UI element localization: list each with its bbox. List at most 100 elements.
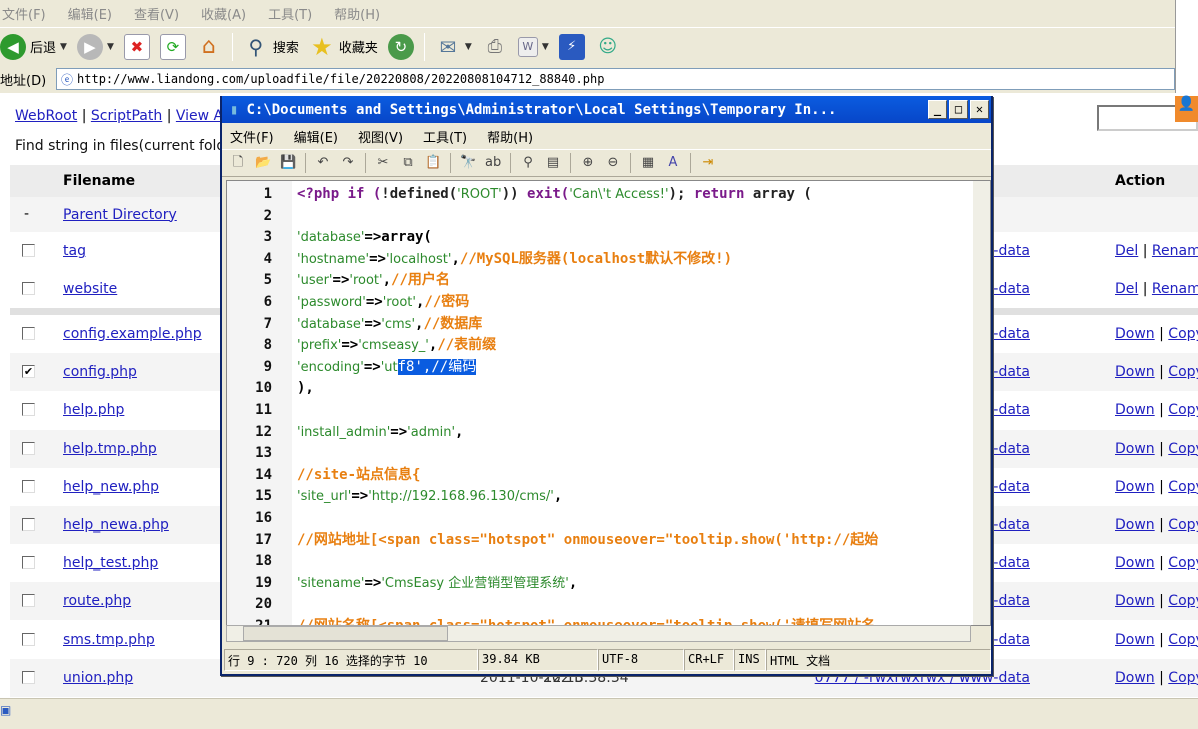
browser-menu-item[interactable]: 收藏(A)	[201, 4, 246, 23]
copy-link[interactable]: Copy	[1168, 441, 1198, 457]
editor-menu-item[interactable]: 编辑(E)	[294, 127, 338, 146]
rename-link[interactable]: Renam	[1152, 243, 1198, 259]
goto-icon[interactable]: ⚲	[520, 155, 536, 171]
download-link[interactable]: Down	[1115, 555, 1155, 571]
rename-link[interactable]: Renam	[1152, 281, 1198, 297]
download-link[interactable]: Down	[1115, 517, 1155, 533]
url-input[interactable]: ⓔ http://www.liandong.com/uploadfile/file…	[56, 68, 1175, 90]
file-name-link[interactable]: config.example.php	[63, 326, 202, 342]
zoom-in-icon[interactable]: ⊕	[580, 155, 596, 171]
download-link[interactable]: Down	[1115, 326, 1155, 342]
download-link[interactable]: Down	[1115, 441, 1155, 457]
download-link[interactable]: Down	[1115, 402, 1155, 418]
download-link[interactable]: Down	[1115, 632, 1155, 648]
select-checkbox[interactable]	[22, 403, 35, 417]
back-button[interactable]: ◀ 后退 ▼	[0, 33, 67, 60]
file-name-link[interactable]: help_test.php	[63, 555, 158, 571]
browser-menu-item[interactable]: 帮助(H)	[334, 4, 380, 23]
select-checkbox[interactable]	[22, 327, 35, 340]
copy-link[interactable]: Copy	[1168, 593, 1198, 609]
history-icon[interactable]: ↻	[387, 33, 414, 60]
discuss-icon[interactable]: ⚡	[558, 33, 585, 60]
browser-menu-item[interactable]: 工具(T)	[268, 4, 312, 23]
select-checkbox[interactable]	[22, 594, 35, 608]
editor-menu-item[interactable]: 视图(V)	[358, 127, 403, 146]
redo-icon[interactable]: ↷	[340, 155, 356, 171]
options-icon[interactable]: ▦	[640, 155, 656, 171]
save-icon[interactable]: 💾	[280, 155, 296, 171]
stop-icon[interactable]: ✖	[123, 33, 150, 60]
file-name-link[interactable]: tag	[63, 243, 86, 259]
parent-directory-link[interactable]: Parent Directory	[63, 207, 177, 223]
replace-icon[interactable]: ab	[485, 155, 501, 171]
copy-link[interactable]: Copy	[1168, 326, 1198, 342]
search-button[interactable]: ⚲ 搜索	[243, 34, 299, 60]
open-folder-icon[interactable]: 📂	[255, 155, 271, 171]
file-name-link[interactable]: config.php	[63, 364, 137, 380]
editor-title-bar[interactable]: ▮ C:\Documents and Settings\Administrato…	[222, 96, 991, 123]
copy-link[interactable]: Copy	[1168, 402, 1198, 418]
file-name-link[interactable]: help_new.php	[63, 479, 159, 495]
editor-menu-item[interactable]: 帮助(H)	[487, 127, 533, 146]
undo-icon[interactable]: ↶	[315, 155, 331, 171]
editor-menu-item[interactable]: 工具(T)	[423, 127, 467, 146]
copy-link[interactable]: Copy	[1168, 517, 1198, 533]
minimize-button[interactable]: _	[928, 100, 947, 119]
editor-menu-item[interactable]: 文件(F)	[230, 127, 274, 146]
copy-link[interactable]: Copy	[1168, 555, 1198, 571]
vertical-scrollbar[interactable]	[973, 181, 990, 625]
paste-icon[interactable]: 📋	[425, 155, 441, 171]
copy-link[interactable]: Copy	[1168, 632, 1198, 648]
copy-link[interactable]: Copy	[1168, 479, 1198, 495]
font-icon[interactable]: A	[665, 155, 681, 171]
download-link[interactable]: Down	[1115, 670, 1155, 686]
download-link[interactable]: Down	[1115, 593, 1155, 609]
file-name-link[interactable]: website	[63, 281, 117, 297]
select-checkbox[interactable]	[22, 441, 35, 455]
horizontal-scrollbar[interactable]	[226, 625, 971, 642]
delete-link[interactable]: Del	[1115, 281, 1138, 297]
select-checkbox[interactable]	[22, 518, 35, 531]
download-link[interactable]: Down	[1115, 479, 1155, 495]
file-name-link[interactable]: union.php	[63, 670, 133, 686]
select-checkbox[interactable]	[22, 556, 35, 570]
browser-menu-item[interactable]: 编辑(E)	[68, 4, 112, 23]
file-name-link[interactable]: help.php	[63, 402, 124, 418]
close-button[interactable]: ✕	[970, 100, 989, 119]
browser-menu-item[interactable]: 查看(V)	[134, 4, 179, 23]
download-link[interactable]: Down	[1115, 364, 1155, 380]
file-name-link[interactable]: sms.tmp.php	[63, 632, 155, 648]
scriptpath-link[interactable]: ScriptPath	[91, 108, 162, 124]
edit-button[interactable]: W ▼	[517, 36, 549, 57]
scroll-thumb[interactable]	[243, 626, 448, 641]
file-name-link[interactable]: help.tmp.php	[63, 441, 157, 457]
forward-button[interactable]: ▶ ▼	[76, 33, 114, 60]
exit-icon[interactable]: ⇥	[700, 155, 716, 171]
select-checkbox[interactable]	[22, 479, 35, 493]
new-file-icon[interactable]: 🗋	[230, 155, 246, 171]
select-checkbox[interactable]	[22, 282, 35, 295]
browser-menu-item[interactable]: 文件(F)	[2, 4, 46, 23]
cut-icon[interactable]: ✂	[375, 155, 391, 171]
delete-link[interactable]: Del	[1115, 243, 1138, 259]
file-name-link[interactable]: help_newa.php	[63, 517, 169, 533]
find-icon[interactable]: 🔭	[460, 155, 476, 171]
copy-link[interactable]: Copy	[1168, 670, 1198, 686]
home-icon[interactable]: ⌂	[196, 34, 222, 60]
select-checkbox[interactable]	[22, 670, 35, 684]
zoom-out-icon[interactable]: ⊖	[605, 155, 621, 171]
messenger-icon[interactable]: ☺	[595, 34, 621, 60]
webroot-link[interactable]: WebRoot	[15, 108, 77, 124]
code-editor[interactable]: 1 <?php if (!defined('ROOT')) exit('Can\'…	[226, 180, 991, 626]
copy-link[interactable]: Copy	[1168, 364, 1198, 380]
user-avatar-icon[interactable]: 👤	[1175, 96, 1198, 122]
refresh-icon[interactable]: ⟳	[159, 33, 186, 60]
select-checkbox[interactable]	[22, 244, 35, 257]
copy-icon[interactable]: ⧉	[400, 155, 416, 171]
select-checkbox[interactable]	[22, 632, 35, 646]
print-icon[interactable]: ⎙	[482, 34, 508, 60]
maximize-button[interactable]: □	[949, 100, 968, 119]
select-checkbox[interactable]: ✔	[22, 365, 35, 379]
file-name-link[interactable]: route.php	[63, 593, 131, 609]
bookmark-icon[interactable]: ▤	[545, 155, 561, 171]
